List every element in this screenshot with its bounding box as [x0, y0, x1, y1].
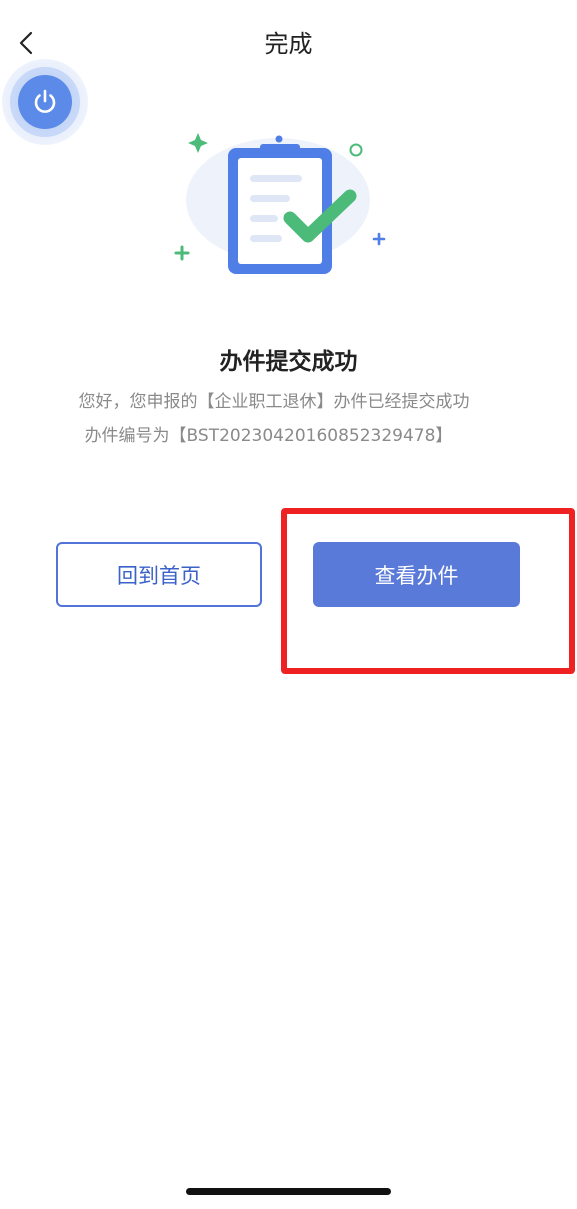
power-icon — [34, 89, 56, 113]
back-to-home-button[interactable]: 回到首页 — [56, 542, 262, 607]
floating-power-button[interactable] — [2, 59, 88, 145]
home-indicator — [186, 1188, 391, 1195]
result-description: 您好，您申报的【企业职工退休】办件已经提交成功 — [78, 392, 470, 412]
page-title: 完成 — [264, 30, 313, 58]
highlight-annotation-box — [281, 508, 575, 674]
power-button-core — [18, 75, 72, 129]
result-title: 办件提交成功 — [219, 349, 358, 375]
case-number: 办件编号为【BST20230420160852329478】 — [84, 426, 453, 446]
page: 完成 办件提交成功 您好，您申报的【企业职工退休】办件已经提交成功 办件编号为【… — [0, 0, 577, 1209]
clipboard-check-icon — [174, 133, 386, 274]
